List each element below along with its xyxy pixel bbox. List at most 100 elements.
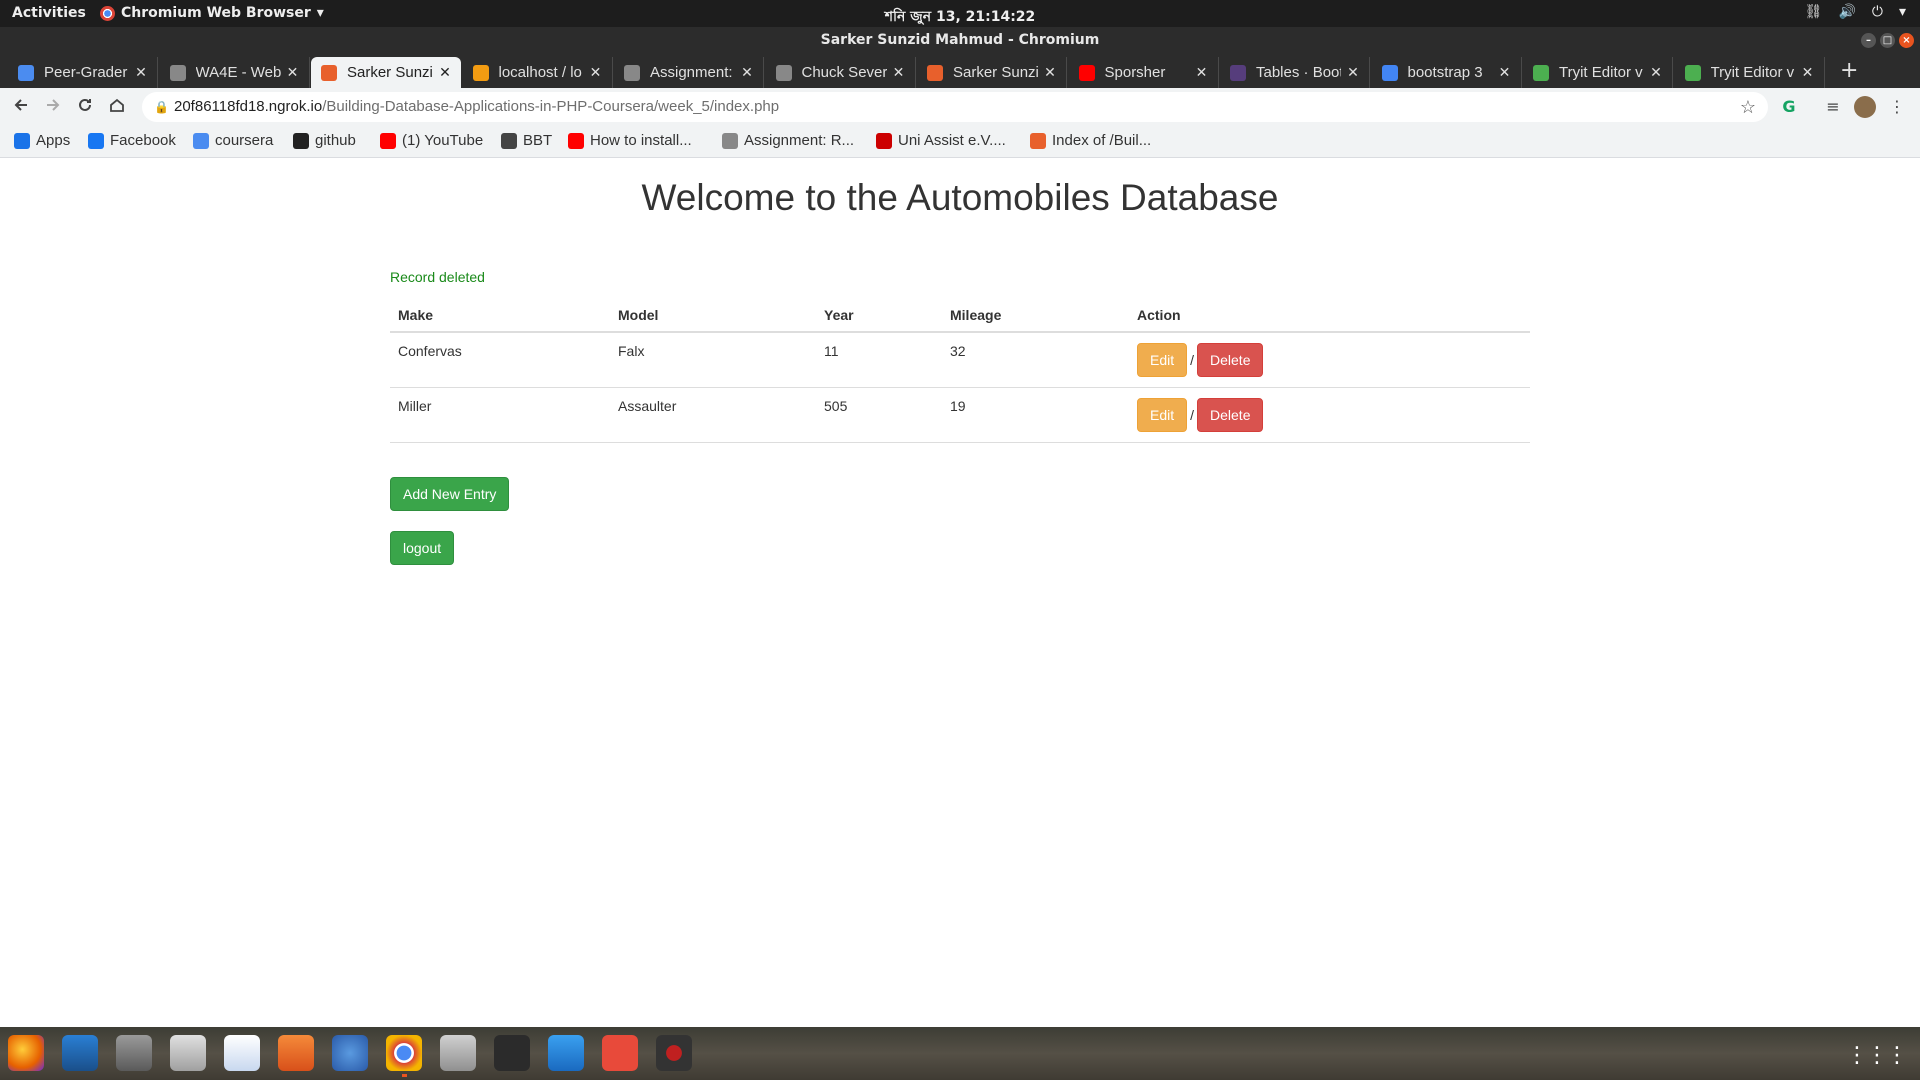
bookmark-8[interactable]: Uni Assist e.V....	[876, 132, 1006, 149]
forward-button[interactable]	[42, 96, 64, 118]
close-tab-icon[interactable]: ✕	[1345, 64, 1361, 81]
window-title-bar[interactable]: Sarker Sunzid Mahmud - Chromium – □ ×	[0, 27, 1920, 55]
bookmark-0[interactable]: Apps	[14, 132, 70, 149]
avatar[interactable]	[1854, 96, 1876, 118]
minimize-icon[interactable]: –	[1861, 33, 1876, 48]
close-tab-icon[interactable]: ✕	[1497, 64, 1513, 81]
bookmark-label: Facebook	[110, 132, 176, 149]
close-tab-icon[interactable]: ✕	[1800, 64, 1816, 81]
table-header-row: Make Model Year Mileage Action	[390, 297, 1530, 333]
tab-8[interactable]: Tables · Boot ✕	[1220, 57, 1370, 88]
tab-11[interactable]: Tryit Editor v ✕	[1675, 57, 1825, 88]
tab-6[interactable]: Sarker Sunzid ✕	[917, 57, 1067, 88]
settings-icon[interactable]	[440, 1035, 476, 1071]
writer-icon[interactable]	[224, 1035, 260, 1071]
bookmark-label: github	[315, 132, 356, 149]
reload-button[interactable]	[74, 96, 96, 118]
network-icon[interactable]: ⛓	[1805, 4, 1823, 20]
clock[interactable]: শনি জুন 13, 21:14:22	[0, 5, 1920, 29]
software-center-icon[interactable]	[278, 1035, 314, 1071]
close-tab-icon[interactable]: ✕	[1648, 64, 1664, 81]
bookmark-star-icon[interactable]: ☆	[1740, 92, 1756, 122]
tab-9[interactable]: bootstrap 3 ✕	[1372, 57, 1522, 88]
tab-10[interactable]: Tryit Editor v ✕	[1523, 57, 1673, 88]
show-applications-icon[interactable]: ⋮⋮⋮	[1846, 1043, 1908, 1068]
tab-strip: Peer-Grader ✕ WA4E - Web ✕ Sarker Sunzid ✕ loc…	[0, 55, 1920, 88]
column-header-make: Make	[390, 297, 610, 333]
add-new-entry-button[interactable]: Add New Entry	[390, 477, 510, 511]
delete-button[interactable]: Delete	[1197, 398, 1264, 432]
thunderbird-icon[interactable]	[62, 1035, 98, 1071]
wa4e-icon	[169, 64, 186, 81]
close-tab-icon[interactable]: ✕	[437, 64, 453, 81]
lock-icon[interactable]: 🔒	[154, 92, 169, 122]
vscode-icon[interactable]	[548, 1035, 584, 1071]
column-header-year: Year	[816, 297, 942, 333]
grammarly-icon[interactable]: G	[1778, 96, 1800, 118]
record-app-icon[interactable]	[656, 1035, 692, 1071]
help-icon[interactable]	[332, 1035, 368, 1071]
cell-make: Miller	[390, 387, 610, 443]
bookmarks-bar: Apps Facebook coursera github (1) YouTube BBT…	[0, 126, 1920, 158]
column-header-action: Action	[1129, 297, 1530, 333]
git-client-icon[interactable]	[602, 1035, 638, 1071]
tab-0[interactable]: Peer-Grader ✕	[8, 57, 158, 88]
close-tab-icon[interactable]: ✕	[588, 64, 604, 81]
bookmark-3[interactable]: github	[293, 132, 356, 149]
bookmark-1[interactable]: Facebook	[88, 132, 176, 149]
volume-icon[interactable]: 🔊	[1838, 4, 1855, 20]
menu-kebab-icon[interactable]: ⋮	[1886, 96, 1908, 118]
logout-button[interactable]: logout	[390, 531, 455, 565]
home-button[interactable]	[106, 96, 128, 118]
caret-down-icon[interactable]: ▾	[1899, 4, 1906, 20]
tab-5[interactable]: Chuck Severa ✕	[766, 57, 916, 88]
page-content: Welcome to the Automobiles Database Reco…	[0, 159, 1920, 1027]
tab-label: Assignment:	[650, 64, 733, 81]
tab-2[interactable]: Sarker Sunzid ✕	[311, 57, 461, 88]
power-icon[interactable]: ⏻	[1872, 4, 1883, 20]
tab-label: Tables · Boot	[1256, 64, 1341, 81]
system-tray[interactable]: ⛓ 🔊 ⏻ ▾	[1805, 4, 1906, 20]
new-tab-button[interactable]: +	[1840, 60, 1858, 82]
close-window-icon[interactable]: ×	[1899, 33, 1914, 48]
bookmark-9[interactable]: Index of /Buil...	[1030, 132, 1151, 149]
tab-3[interactable]: localhost / lo ✕	[463, 57, 613, 88]
close-tab-icon[interactable]: ✕	[891, 64, 907, 81]
window-title: Sarker Sunzid Mahmud - Chromium	[820, 32, 1100, 48]
tab-4[interactable]: Assignment: ✕	[614, 57, 764, 88]
edit-button[interactable]: Edit	[1137, 343, 1188, 377]
firefox-icon[interactable]	[8, 1035, 44, 1071]
address-bar[interactable]: 🔒 20f86118fd18.ngrok.io/Building-Databas…	[142, 92, 1768, 122]
tab-label: bootstrap 3	[1407, 64, 1483, 81]
edit-button[interactable]: Edit	[1137, 398, 1188, 432]
back-button[interactable]	[10, 96, 32, 118]
delete-button[interactable]: Delete	[1197, 343, 1264, 377]
bookmark-5[interactable]: BBT	[501, 132, 552, 149]
close-tab-icon[interactable]: ✕	[133, 64, 149, 81]
bookmark-7[interactable]: Assignment: R...	[722, 132, 854, 149]
maximize-icon[interactable]: □	[1880, 33, 1895, 48]
close-tab-icon[interactable]: ✕	[1194, 64, 1210, 81]
close-tab-icon[interactable]: ✕	[739, 64, 755, 81]
uniassist-icon	[876, 132, 892, 149]
rhythmbox-icon[interactable]	[170, 1035, 206, 1071]
close-tab-icon[interactable]: ✕	[285, 64, 301, 81]
files-icon[interactable]	[116, 1035, 152, 1071]
bookmark-6[interactable]: How to install...	[568, 132, 692, 149]
media-controls-icon[interactable]: ≡	[1822, 96, 1844, 118]
tab-1[interactable]: WA4E - Web ✕	[160, 57, 310, 88]
google-icon	[1381, 64, 1398, 81]
w3schools-icon	[1684, 64, 1701, 81]
bookmark-label: Uni Assist e.V....	[898, 132, 1006, 149]
window-controls: – □ ×	[1861, 33, 1914, 48]
bookmark-2[interactable]: coursera	[193, 132, 273, 149]
bookmark-4[interactable]: (1) YouTube	[380, 132, 483, 149]
tab-7[interactable]: Sporsher ✕	[1069, 57, 1219, 88]
close-tab-icon[interactable]: ✕	[1042, 64, 1058, 81]
tab-label: localhost / lo	[498, 64, 582, 81]
bookmark-label: Index of /Buil...	[1052, 132, 1152, 149]
coursera-icon	[193, 132, 209, 149]
chromium-dock-icon[interactable]	[386, 1035, 422, 1077]
terminal-icon[interactable]	[494, 1035, 530, 1071]
youtube-icon	[380, 132, 396, 149]
